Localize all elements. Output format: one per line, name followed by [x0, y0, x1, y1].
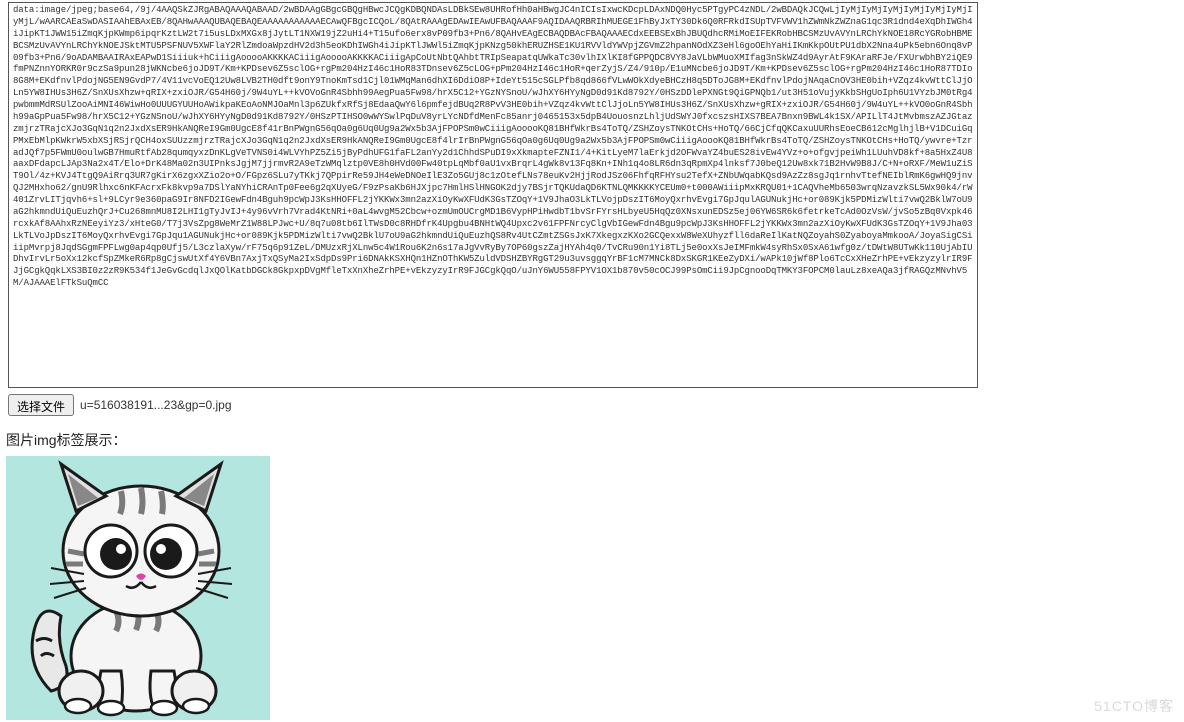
cat-illustration-icon — [6, 456, 270, 720]
choose-file-button[interactable]: 选择文件 — [8, 394, 74, 416]
watermark-text: 51CTO博客 — [1094, 696, 1174, 716]
selected-filename-label: u=516038191...23&gp=0.jpg — [80, 398, 231, 412]
image-preview — [6, 456, 270, 720]
image-section-label: 图片img标签展示： — [6, 430, 1184, 450]
base64-output-textarea[interactable] — [8, 2, 978, 388]
